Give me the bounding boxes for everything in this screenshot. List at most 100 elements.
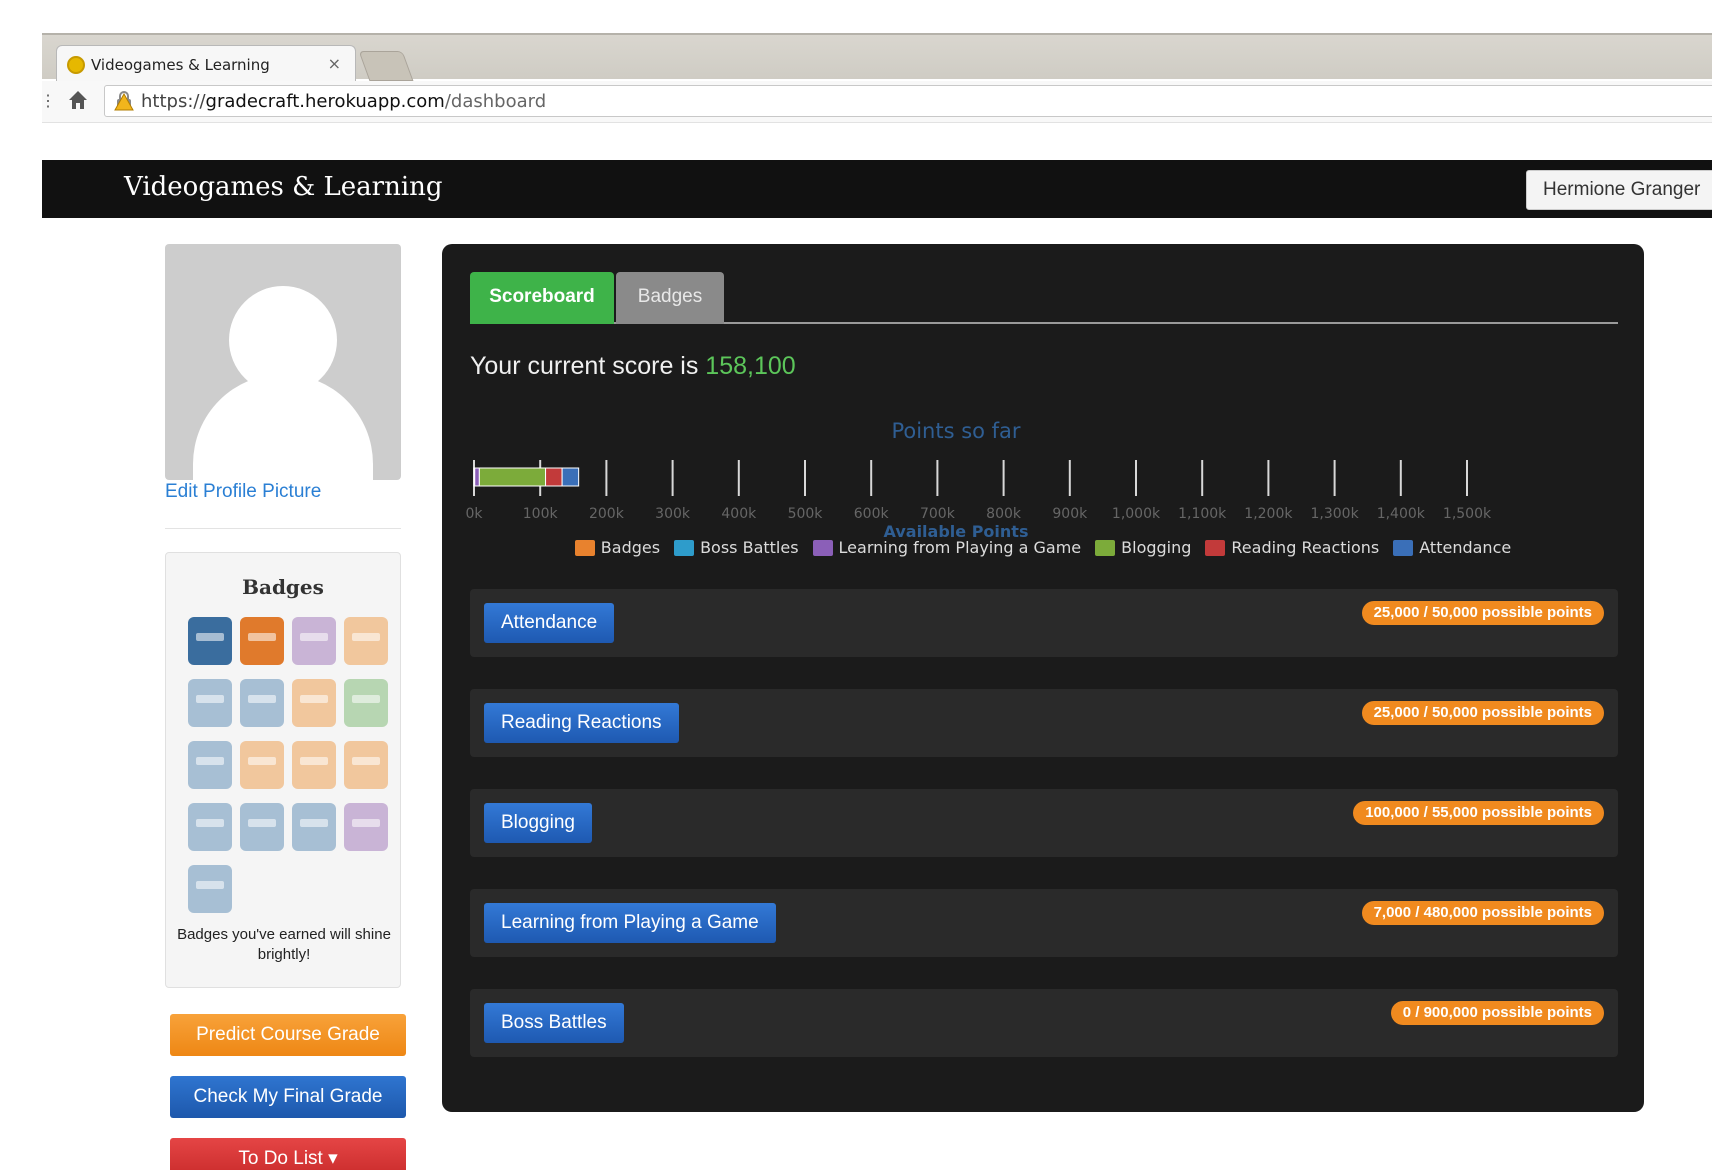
robot-badge-icon[interactable] — [188, 617, 232, 665]
helmet-badge-icon[interactable] — [292, 803, 336, 851]
profile-avatar — [165, 244, 401, 480]
legend-item: Boss Battles — [674, 538, 799, 557]
tick-label: 1,500k — [1443, 506, 1492, 522]
badges-panel: Badges Badges you've earned will shine b… — [165, 552, 401, 988]
app-navbar: Videogames & Learning Hermione Granger — [42, 160, 1712, 218]
edit-profile-picture-link[interactable]: Edit Profile Picture — [165, 481, 321, 503]
legend-swatch — [1205, 539, 1226, 556]
knight-badge-icon[interactable] — [188, 679, 232, 727]
tick-label: 700k — [920, 506, 956, 522]
chart-legend: Badges Boss Battles Learning from Playing … — [442, 538, 1644, 557]
chest-badge-icon[interactable] — [240, 741, 284, 789]
pirate-badge-icon[interactable] — [292, 679, 336, 727]
category-row: Reading Reactions 25,000 / 50,000 possibl… — [470, 689, 1618, 757]
close-tab-icon[interactable]: × — [328, 54, 341, 73]
site-favicon-icon — [67, 55, 85, 74]
picture-badge-icon[interactable] — [344, 679, 388, 727]
browser-toolbar: ⋮ https:// gradecraft.herokuapp.com /das… — [40, 81, 1712, 123]
points-badge: 100,000 / 55,000 possible points — [1353, 801, 1604, 825]
url-path: /dashboard — [444, 90, 547, 112]
tick-label: 500k — [788, 506, 824, 522]
browser-tab[interactable]: Videogames & Learning × — [56, 45, 356, 83]
badges-heading: Badges — [242, 575, 324, 599]
points-badge: 7,000 / 480,000 possible points — [1361, 901, 1604, 925]
badge-grid — [188, 617, 388, 913]
category-rows: Attendance 25,000 / 50,000 possible point… — [470, 589, 1618, 1089]
tab-scoreboard[interactable]: Scoreboard — [470, 272, 614, 324]
pirate-badge-icon[interactable] — [344, 741, 388, 789]
address-bar[interactable]: https:// gradecraft.herokuapp.com /dashb… — [104, 85, 1712, 117]
tick-label: 400k — [721, 506, 757, 522]
tick-label: 800k — [986, 506, 1022, 522]
scoreboard-panel: Scoreboard Badges Your current score is … — [442, 244, 1644, 1112]
tick-label: 200k — [589, 506, 625, 522]
tick-label: 900k — [1052, 506, 1088, 522]
legend-swatch — [1095, 539, 1116, 556]
category-row: Boss Battles 0 / 900,000 possible points — [470, 989, 1618, 1057]
category-button[interactable]: Blogging — [484, 803, 592, 843]
main-tabs: Scoreboard Badges — [470, 272, 1618, 324]
category-button[interactable]: Learning from Playing a Game — [484, 903, 776, 943]
legend-item: Learning from Playing a Game — [812, 538, 1082, 557]
points-badge: 25,000 / 50,000 possible points — [1361, 601, 1604, 625]
category-row: Learning from Playing a Game 7,000 / 480,… — [470, 889, 1618, 957]
avatar-body-shape — [193, 374, 373, 480]
tick-label: 1,000k — [1112, 506, 1161, 522]
legend-label: Attendance — [1419, 538, 1512, 557]
legend-swatch — [812, 539, 833, 556]
scroll-badge-icon[interactable] — [292, 741, 336, 789]
tick-label: 0k — [465, 506, 483, 522]
tab-badges[interactable]: Badges — [616, 272, 724, 324]
home-icon[interactable] — [67, 89, 89, 111]
badges-note: Badges you've earned will shine brightly… — [177, 926, 391, 963]
helmet-badge-icon[interactable] — [344, 617, 388, 665]
points-badge: 25,000 / 50,000 possible points — [1361, 701, 1604, 725]
browser-tabstrip: Videogames & Learning × — [42, 33, 1712, 83]
predict-course-grade-button[interactable]: Predict Course Grade — [170, 1014, 406, 1056]
robot-badge-icon[interactable] — [188, 803, 232, 851]
legend-swatch — [674, 539, 695, 556]
tick-label: 600k — [854, 506, 890, 522]
check-final-grade-button[interactable]: Check My Final Grade — [170, 1076, 406, 1118]
bar-segment — [474, 467, 480, 487]
browser-tab-title: Videogames & Learning — [91, 55, 270, 74]
pirate-badge-icon[interactable] — [240, 617, 284, 665]
user-menu-button[interactable]: Hermione Granger — [1526, 170, 1712, 210]
legend-label: Badges — [600, 538, 661, 557]
menu-icon[interactable]: ⋮ — [40, 91, 56, 111]
legend-label: Boss Battles — [700, 538, 799, 557]
points-badge: 0 / 900,000 possible points — [1390, 1001, 1604, 1025]
tick-label: 1,200k — [1244, 506, 1293, 522]
category-button[interactable]: Boss Battles — [484, 1003, 624, 1043]
tick-label: 1,300k — [1311, 506, 1360, 522]
todo-list-dropdown-button[interactable]: To Do List ▾ — [170, 1138, 406, 1170]
category-button[interactable]: Attendance — [484, 603, 615, 643]
tick-label: 300k — [655, 506, 691, 522]
castle-badge-icon[interactable] — [292, 617, 336, 665]
score-value: 158,100 — [705, 352, 796, 380]
legend-item: Attendance — [1393, 538, 1511, 557]
new-tab-button[interactable] — [358, 51, 414, 81]
robot-badge-icon[interactable] — [188, 865, 232, 913]
robot-badge-icon[interactable] — [240, 679, 284, 727]
tick-label: 1,400k — [1377, 506, 1426, 522]
tick-label: 100k — [523, 506, 559, 522]
blocks-badge-icon[interactable] — [344, 803, 388, 851]
legend-label: Reading Reactions — [1231, 538, 1380, 557]
category-row: Blogging 100,000 / 55,000 possible points — [470, 789, 1618, 857]
robot-badge-icon[interactable] — [188, 741, 232, 789]
chart-title: Points so far — [891, 419, 1020, 443]
legend-item: Reading Reactions — [1205, 538, 1379, 557]
legend-item: Badges — [574, 538, 661, 557]
points-chart: Points so far 0k 100k 200k 300k 400k 500k 600k 7… — [465, 419, 1492, 541]
category-button[interactable]: Reading Reactions — [484, 703, 679, 743]
sidebar-divider — [165, 528, 401, 529]
bar-segment — [545, 467, 563, 487]
legend-label: Learning from Playing a Game — [838, 538, 1082, 557]
knight-badge-icon[interactable] — [240, 803, 284, 851]
url-host: gradecraft.herokuapp.com — [205, 90, 445, 112]
course-title[interactable]: Videogames & Learning — [124, 172, 443, 202]
tick-label: 1,100k — [1178, 506, 1227, 522]
legend-item: Blogging — [1095, 538, 1191, 557]
bar-segment — [478, 467, 547, 487]
